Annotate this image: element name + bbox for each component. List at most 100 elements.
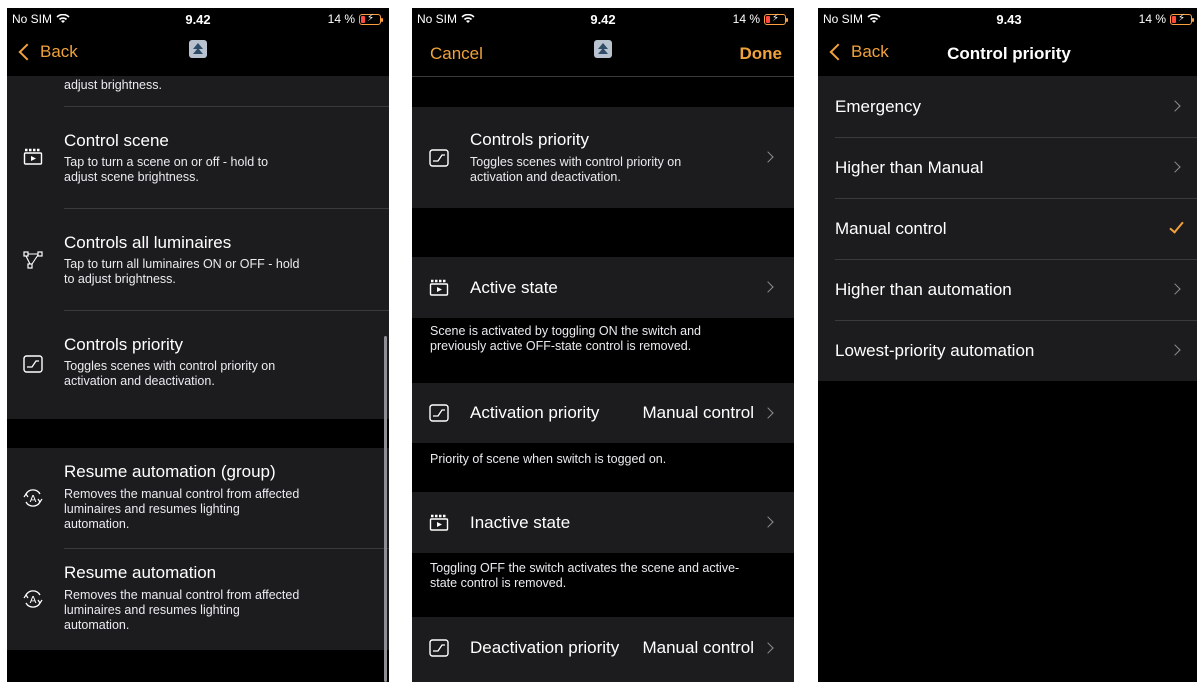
item-title: Resume automation bbox=[64, 563, 217, 582]
item-title: Controls priority bbox=[470, 130, 590, 149]
option-higher-than-manual[interactable]: Higher than Manual bbox=[818, 138, 1197, 198]
list-item-resume-automation[interactable]: A Resume automation Removes the manual c… bbox=[7, 549, 389, 650]
app-logo-icon bbox=[594, 40, 612, 58]
scene-clapper-icon bbox=[429, 514, 449, 531]
battery: 14 % ⚡ bbox=[1138, 12, 1194, 26]
option-label: Manual control bbox=[835, 219, 947, 238]
chevron-left-icon bbox=[18, 43, 36, 61]
battery-icon: ⚡ bbox=[359, 13, 383, 25]
priority-curve-icon bbox=[429, 639, 449, 657]
deactivation-priority-row[interactable]: Deactivation priority Manual control bbox=[412, 617, 794, 682]
chevron-right-icon bbox=[762, 516, 774, 528]
list-item-control-scene[interactable]: Control scene Tap to turn a scene on or … bbox=[7, 107, 389, 208]
option-lowest-priority-automation[interactable]: Lowest-priority automation bbox=[818, 321, 1197, 381]
note-line: Scene is activated by toggling ON the sw… bbox=[430, 324, 701, 338]
status-bar: No SIM 9.43 14 % ⚡ bbox=[818, 8, 1197, 30]
inactive-state-row[interactable]: Inactive state bbox=[412, 492, 794, 553]
scene-clapper-icon bbox=[23, 148, 43, 165]
option-label: Higher than Manual bbox=[835, 158, 984, 177]
option-higher-than-automation[interactable]: Higher than automation bbox=[818, 260, 1197, 320]
chevron-right-icon bbox=[1169, 283, 1181, 295]
chevron-right-icon bbox=[762, 642, 774, 654]
activation-priority-value: Manual control bbox=[642, 403, 754, 422]
chevron-right-icon bbox=[762, 407, 774, 419]
active-state-row[interactable]: Active state bbox=[412, 257, 794, 318]
item-description-line: luminaires and resumes lighting bbox=[64, 502, 240, 516]
item-description-line: automation. bbox=[64, 517, 130, 531]
item-description-line: Toggles scenes with control priority on bbox=[470, 155, 682, 169]
screen-controls-priority-config: No SIM 9.42 14 % ⚡ Cancel Done Controls … bbox=[412, 8, 794, 682]
svg-text:A: A bbox=[30, 494, 37, 505]
status-bar: No SIM 9.42 14 % ⚡ bbox=[7, 8, 389, 30]
item-description-line: to adjust brightness. bbox=[64, 272, 176, 286]
chevron-right-icon bbox=[1169, 161, 1181, 173]
inactive-state-note: Toggling OFF the switch activates the sc… bbox=[430, 561, 776, 591]
option-manual-control[interactable]: Manual control bbox=[818, 199, 1197, 259]
battery-icon: ⚡ bbox=[764, 13, 788, 25]
item-description-line: activation and deactivation. bbox=[64, 374, 215, 388]
chevron-right-icon bbox=[1169, 344, 1181, 356]
back-button[interactable]: Back bbox=[15, 42, 78, 62]
battery-percent: 14 % bbox=[327, 12, 355, 26]
deactivation-priority-value: Manual control bbox=[642, 638, 754, 657]
cancel-button[interactable]: Cancel bbox=[430, 44, 483, 64]
item-description-line: luminaires and resumes lighting bbox=[64, 603, 240, 617]
active-state-note: Scene is activated by toggling ON the sw… bbox=[430, 324, 776, 354]
luminaires-network-icon bbox=[23, 251, 43, 269]
scene-clapper-icon bbox=[429, 279, 449, 296]
item-title: Resume automation (group) bbox=[64, 462, 276, 481]
priority-curve-icon bbox=[429, 149, 449, 167]
priority-curve-icon bbox=[429, 404, 449, 422]
list-item-controls-priority[interactable]: Controls priority Toggles scenes with co… bbox=[7, 311, 389, 419]
item-title: Controls priority bbox=[64, 335, 184, 354]
list-item-controls-all-luminaires[interactable]: Controls all luminaires Tap to turn all … bbox=[7, 209, 389, 310]
note-line: previously active OFF-state control is r… bbox=[430, 339, 692, 353]
cut-off-description: adjust brightness. bbox=[64, 78, 162, 92]
chevron-right-icon bbox=[762, 281, 774, 293]
checkmark-icon bbox=[1169, 218, 1184, 234]
option-label: Lowest-priority automation bbox=[835, 341, 1035, 360]
app-logo-icon bbox=[189, 40, 207, 58]
item-title: Control scene bbox=[64, 131, 169, 150]
list-item-resume-automation-group[interactable]: A Resume automation (group) Removes the … bbox=[7, 448, 389, 548]
item-title: Active state bbox=[470, 278, 558, 297]
priority-curve-icon bbox=[23, 355, 43, 373]
note-line: Toggling OFF the switch activates the sc… bbox=[430, 561, 740, 575]
battery-icon: ⚡ bbox=[1170, 13, 1194, 25]
nav-bar: Back bbox=[7, 30, 389, 76]
option-emergency[interactable]: Emergency bbox=[818, 76, 1197, 137]
battery-percent: 14 % bbox=[732, 12, 760, 26]
option-label: Higher than automation bbox=[835, 280, 1012, 299]
battery-percent: 14 % bbox=[1138, 12, 1166, 26]
item-description-line: activation and deactivation. bbox=[470, 170, 621, 184]
nav-bar: Cancel Done bbox=[412, 30, 794, 76]
chevron-right-icon bbox=[1169, 100, 1181, 112]
item-description-line: Removes the manual control from affected bbox=[64, 487, 300, 501]
screen-control-priority-picker: No SIM 9.43 14 % ⚡ Back Control priority… bbox=[818, 8, 1197, 682]
back-label: Back bbox=[40, 42, 78, 61]
item-title: Activation priority bbox=[470, 403, 600, 422]
nav-bar: Back Control priority bbox=[818, 30, 1197, 76]
resume-automation-icon: A bbox=[23, 489, 43, 507]
item-title: Deactivation priority bbox=[470, 638, 620, 657]
action-group: A Resume automation (group) Removes the … bbox=[7, 448, 389, 650]
separator bbox=[412, 76, 794, 77]
item-description-line: Tap to turn a scene on or off - hold to bbox=[64, 155, 269, 169]
page-title: Control priority bbox=[947, 44, 1071, 63]
battery: 14 % ⚡ bbox=[327, 12, 383, 26]
selected-action-controls-priority[interactable]: Controls priority Toggles scenes with co… bbox=[412, 107, 794, 208]
item-title: Controls all luminaires bbox=[64, 233, 232, 252]
item-description-line: Toggles scenes with control priority on bbox=[64, 359, 276, 373]
note-line: state control is removed. bbox=[430, 576, 567, 590]
activation-priority-note: Priority of scene when switch is togged … bbox=[430, 452, 667, 466]
option-label: Emergency bbox=[835, 97, 921, 116]
item-description-line: Tap to turn all luminaires ON or OFF - h… bbox=[64, 257, 300, 271]
scrollbar[interactable] bbox=[384, 336, 387, 682]
item-description-line: Removes the manual control from affected bbox=[64, 588, 300, 602]
screen-switch-actions: No SIM 9.42 14 % ⚡ Back adjust brightnes… bbox=[7, 8, 389, 682]
svg-text:A: A bbox=[30, 595, 37, 606]
done-button[interactable]: Done bbox=[740, 44, 783, 64]
activation-priority-row[interactable]: Activation priority Manual control bbox=[412, 383, 794, 443]
status-bar: No SIM 9.42 14 % ⚡ bbox=[412, 8, 794, 30]
action-group: adjust brightness. Control scene Tap to … bbox=[7, 76, 389, 419]
